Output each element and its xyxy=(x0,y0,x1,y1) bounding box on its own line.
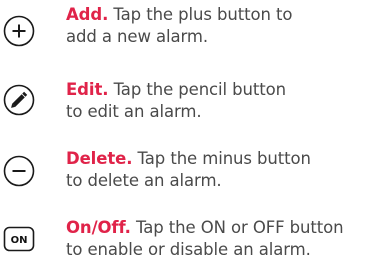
edit-description-line2: to edit an alarm. xyxy=(66,102,202,121)
on-off-description-line2: to enable or disable an alarm. xyxy=(66,240,311,259)
add-description-line2: add a new alarm. xyxy=(66,27,209,46)
add-description-line1: Tap the plus button to xyxy=(113,5,293,24)
on-off-description-line1: Tap the ON or OFF button xyxy=(136,218,344,237)
on-off-title: On/Off. xyxy=(66,218,131,237)
plus-circle-icon xyxy=(3,15,35,47)
pencil-circle-icon xyxy=(3,84,35,116)
add-title: Add. xyxy=(66,5,109,24)
edit-title: Edit. xyxy=(66,80,109,99)
minus-circle-icon xyxy=(3,155,35,187)
on-button-label: ON xyxy=(11,235,28,246)
delete-title: Delete. xyxy=(66,149,133,168)
on-button-icon: ON xyxy=(3,223,35,255)
delete-description-line2: to delete an alarm. xyxy=(66,171,222,190)
edit-description-line1: Tap the pencil button xyxy=(113,80,287,99)
delete-description-line1: Tap the minus button xyxy=(137,149,311,168)
